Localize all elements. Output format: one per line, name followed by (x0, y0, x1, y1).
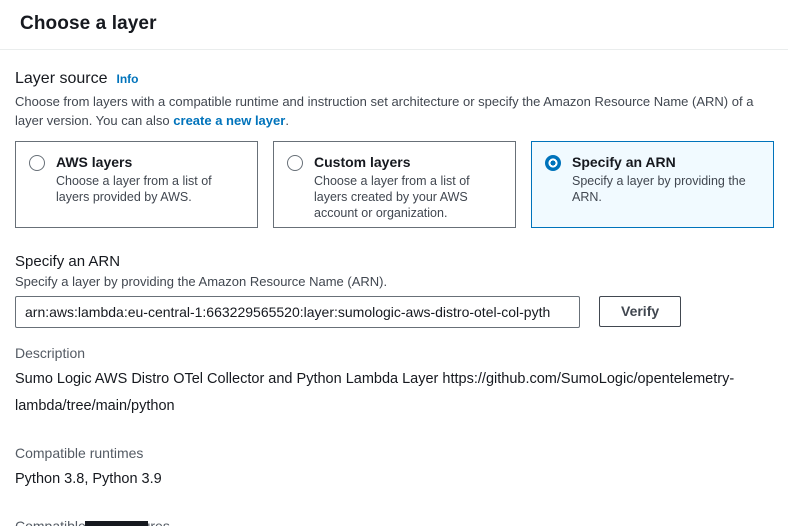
radio-aws-layers[interactable] (29, 155, 45, 171)
specify-arn-label: Specify an ARN (15, 253, 774, 270)
dialog-body: Layer source Info Choose from layers wit… (0, 50, 788, 526)
arn-input-row: Verify (15, 296, 774, 328)
partially-visible-element-bottom (85, 521, 148, 526)
radio-custom-layers[interactable] (287, 155, 303, 171)
description-text-before: Choose from layers with a compatible run… (15, 94, 753, 128)
arn-input[interactable] (15, 296, 580, 328)
option-card-aws-layers[interactable]: AWS layers Choose a layer from a list of… (15, 141, 258, 228)
layer-source-header: Layer source Info (15, 70, 774, 88)
option-card-specify-arn[interactable]: Specify an ARN Specify a layer by provid… (531, 141, 774, 228)
layer-source-options: AWS layers Choose a layer from a list of… (15, 141, 774, 228)
layer-source-description: Choose from layers with a compatible run… (15, 93, 771, 131)
option-description: Choose a layer from a list of layers cre… (314, 173, 502, 221)
detail-label: Description (15, 343, 774, 363)
detail-value: Sumo Logic AWS Distro OTel Collector and… (15, 366, 763, 420)
detail-value: Python 3.8, Python 3.9 (15, 466, 763, 493)
description-text-after: . (285, 113, 289, 128)
option-description: Choose a layer from a list of layers pro… (56, 173, 244, 205)
detail-compatible-runtimes: Compatible runtimes Python 3.8, Python 3… (15, 443, 774, 493)
detail-label: Compatible runtimes (15, 443, 774, 463)
option-title: AWS layers (56, 154, 244, 171)
create-new-layer-link[interactable]: create a new layer (173, 113, 285, 128)
detail-description: Description Sumo Logic AWS Distro OTel C… (15, 343, 774, 420)
option-title: Specify an ARN (572, 154, 760, 171)
option-card-custom-layers[interactable]: Custom layers Choose a layer from a list… (273, 141, 516, 228)
dialog-header: Choose a layer (0, 0, 788, 50)
page-title: Choose a layer (20, 13, 768, 35)
info-link[interactable]: Info (117, 72, 139, 86)
specify-arn-sublabel: Specify a layer by providing the Amazon … (15, 274, 774, 289)
radio-specify-arn[interactable] (545, 155, 561, 171)
layer-source-label: Layer source (15, 70, 108, 88)
option-title: Custom layers (314, 154, 502, 171)
specify-arn-section: Specify an ARN Specify a layer by provid… (15, 253, 774, 328)
option-description: Specify a layer by providing the ARN. (572, 173, 760, 205)
layer-details: Description Sumo Logic AWS Distro OTel C… (15, 343, 774, 526)
choose-layer-dialog: Choose a layer Layer source Info Choose … (0, 0, 788, 526)
verify-button[interactable]: Verify (599, 296, 681, 327)
